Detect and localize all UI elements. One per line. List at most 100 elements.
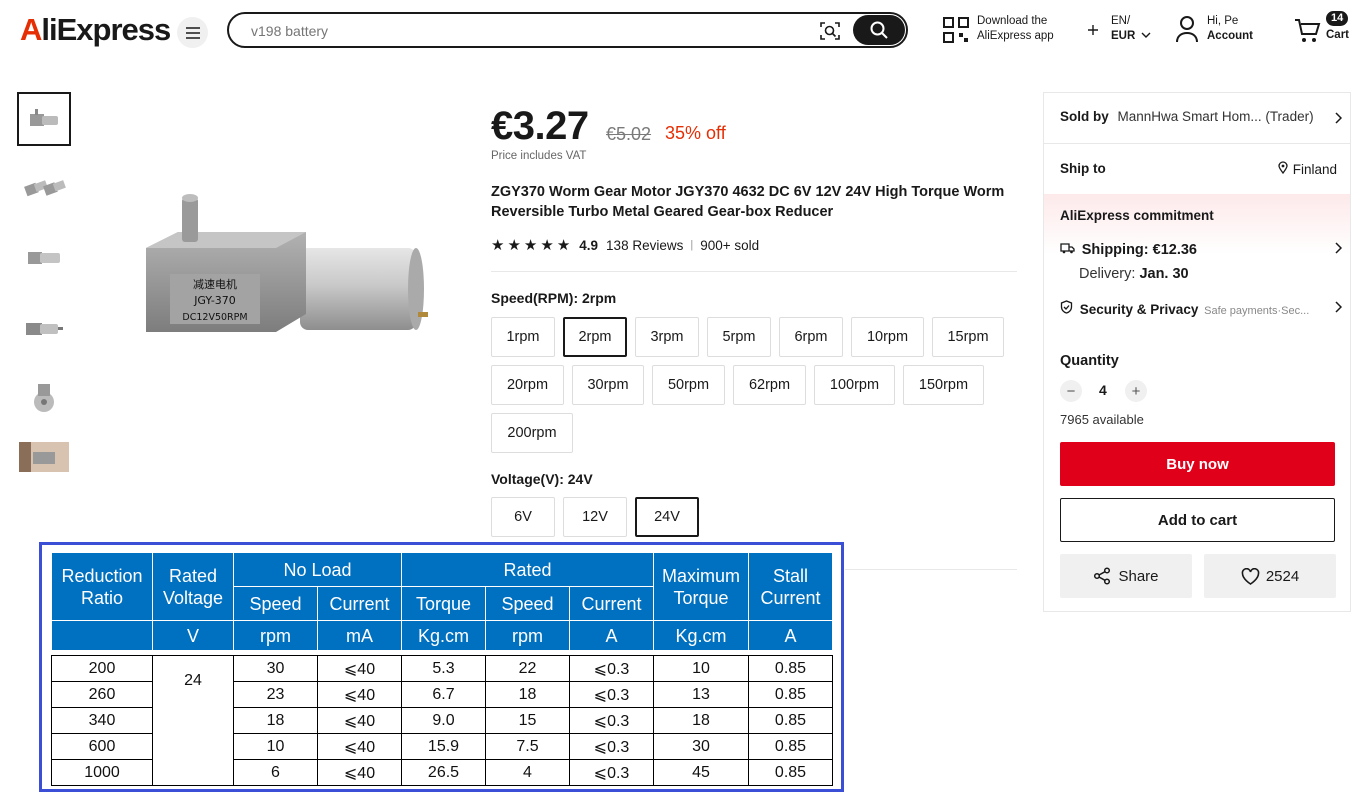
greeting-text: Hi, Pe — [1207, 15, 1239, 27]
security-subtitle: Safe payments·Sec... — [1204, 305, 1310, 317]
thumbnail-6[interactable] — [18, 434, 70, 480]
account-label: Account — [1207, 30, 1253, 42]
search-input[interactable] — [251, 21, 811, 41]
shield-check-icon — [1060, 300, 1073, 314]
commitment-title: AliExpress commitment — [1060, 208, 1214, 223]
search-bar — [227, 12, 908, 48]
cart-button[interactable]: 14 Cart — [1293, 11, 1353, 45]
speed-option-20rpm[interactable]: 20rpm — [491, 365, 564, 405]
security-row[interactable]: Security & Privacy Safe payments·Sec... — [1060, 300, 1342, 317]
cell-ratio: 600 — [51, 733, 153, 760]
seller-name[interactable]: MannHwa Smart Hom... (Trader) — [1118, 109, 1314, 124]
divider — [491, 271, 1017, 272]
thumbnail-4[interactable] — [18, 302, 70, 354]
qr-code-icon — [943, 17, 969, 43]
speed-option-200rpm[interactable]: 200rpm — [491, 413, 573, 453]
star-icon: ★ — [540, 237, 554, 254]
speed-option-50rpm[interactable]: 50rpm — [652, 365, 725, 405]
unit-cell: V — [152, 620, 234, 651]
header-reduction-ratio: Reduction Ratio — [51, 552, 153, 621]
cell-stall-current: 0.85 — [748, 733, 833, 760]
cell-no-load-current: ⩽40 — [317, 733, 402, 760]
chevron-right-icon — [1335, 112, 1342, 124]
delivery-label: Delivery: — [1079, 266, 1136, 282]
thumbnail-1[interactable] — [17, 92, 71, 146]
cell-torque: 26.5 — [401, 759, 486, 786]
globe-plus-icon — [1088, 25, 1098, 35]
reviews-link[interactable]: 138 Reviews — [606, 238, 683, 253]
search-button[interactable] — [853, 15, 905, 45]
cell-ratio: 1000 — [51, 759, 153, 786]
thumbnail-5[interactable] — [18, 372, 70, 424]
delivery-row: Delivery: Jan. 30 — [1079, 266, 1189, 282]
speed-option-62rpm[interactable]: 62rpm — [733, 365, 806, 405]
cell-torque: 9.0 — [401, 707, 486, 734]
cell-no-load-current: ⩽40 — [317, 681, 402, 708]
sold-by-row[interactable]: Sold by MannHwa Smart Hom... (Trader) — [1060, 109, 1342, 124]
star-icon: ★ — [556, 237, 571, 254]
quantity-value[interactable]: 4 — [1099, 382, 1107, 398]
download-line-2: AliExpress app — [977, 30, 1054, 42]
speed-option-150rpm[interactable]: 150rpm — [903, 365, 984, 405]
cell-speed: 7.5 — [485, 733, 570, 760]
vat-note: Price includes VAT — [491, 150, 587, 162]
voltage-option-6v[interactable]: 6V — [491, 497, 555, 537]
search-icon — [870, 21, 888, 39]
thumbnail-3[interactable] — [18, 232, 70, 284]
available-stock: 7965 available — [1060, 412, 1144, 427]
header-rated-current: Current — [569, 586, 654, 621]
thumbnail-2[interactable] — [18, 160, 70, 212]
menu-button[interactable] — [177, 17, 208, 48]
star-icon: ★ — [491, 237, 505, 254]
image-search-button[interactable] — [819, 20, 841, 42]
shipping-row[interactable]: Shipping: €12.36 — [1060, 242, 1342, 258]
star-icon: ★ — [523, 237, 538, 254]
rating-score: 4.9 — [579, 237, 599, 253]
motor-front-thumbnail-image — [34, 384, 54, 412]
cell-torque: 5.3 — [401, 655, 486, 682]
image-label-chinese: 减速电机 — [193, 277, 237, 291]
aliexpress-logo[interactable]: AliExpress — [20, 12, 171, 48]
unit-cell: A — [569, 620, 654, 651]
product-main-image[interactable]: 减速电机 JGY-370 DC12V50RPM — [130, 180, 440, 350]
buy-now-button[interactable]: Buy now — [1060, 442, 1335, 486]
speed-option-100rpm[interactable]: 100rpm — [814, 365, 895, 405]
header-no-load: No Load — [233, 552, 402, 587]
quantity-increase-button[interactable]: + — [1125, 380, 1147, 402]
speed-option-5rpm[interactable]: 5rpm — [707, 317, 771, 357]
unit-cell: rpm — [233, 620, 318, 651]
cart-icon — [1295, 19, 1321, 42]
wishlist-button[interactable]: 2524 — [1204, 554, 1336, 598]
speed-option-30rpm[interactable]: 30rpm — [572, 365, 644, 405]
header-no-load-speed: Speed — [233, 586, 318, 621]
speed-option-15rpm[interactable]: 15rpm — [932, 317, 1004, 357]
share-icon — [1094, 567, 1111, 585]
voltage-option-24v[interactable]: 24V — [635, 497, 699, 537]
chevron-right-icon — [1335, 242, 1342, 254]
voltage-option-12v[interactable]: 12V — [563, 497, 627, 537]
ship-to-country: Finland — [1292, 162, 1337, 177]
shipping-cost: Shipping: €12.36 — [1081, 242, 1197, 258]
speed-option-10rpm[interactable]: 10rpm — [851, 317, 924, 357]
speed-option-2rpm[interactable]: 2rpm — [563, 317, 627, 357]
speed-option-3rpm[interactable]: 3rpm — [635, 317, 699, 357]
cell-no-load-speed: 30 — [233, 655, 318, 682]
unit-cell: Kg.cm — [653, 620, 749, 651]
share-button[interactable]: Share — [1060, 554, 1192, 598]
speed-option-1rpm[interactable]: 1rpm — [491, 317, 555, 357]
unit-cell: A — [748, 620, 833, 651]
cell-current: ⩽0.3 — [569, 655, 654, 682]
wishlist-count: 2524 — [1265, 567, 1300, 585]
header: AliExpress Download the AliExpress app E… — [0, 0, 1362, 62]
add-to-cart-button[interactable]: Add to cart — [1060, 498, 1335, 542]
quantity-decrease-button[interactable]: − — [1060, 380, 1082, 402]
cell-max-torque: 13 — [653, 681, 749, 708]
cell-ratio: 340 — [51, 707, 153, 734]
ship-to-row[interactable]: Ship to Finland — [1060, 161, 1337, 177]
unit-cell: mA — [317, 620, 402, 651]
speed-option-6rpm[interactable]: 6rpm — [779, 317, 843, 357]
voltage-option-label: Voltage(V): 24V — [491, 471, 593, 487]
cell-speed: 4 — [485, 759, 570, 786]
unit-cell: Kg.cm — [401, 620, 486, 651]
chevron-down-icon — [1141, 32, 1151, 38]
